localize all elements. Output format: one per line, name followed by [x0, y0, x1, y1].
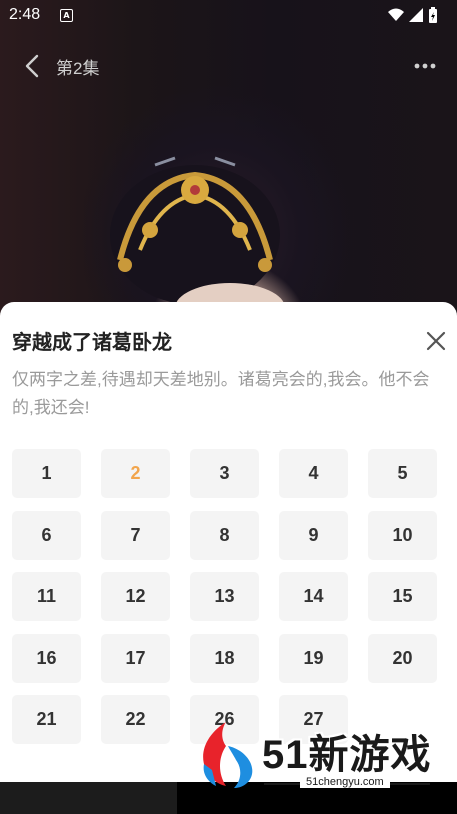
episode-button-11[interactable]: 11: [12, 572, 81, 621]
episode-button-13[interactable]: 13: [190, 572, 259, 621]
episode-button-7[interactable]: 7: [101, 510, 170, 560]
episode-button-9[interactable]: 9: [279, 510, 348, 560]
more-icon[interactable]: [413, 58, 437, 74]
episode-button-5[interactable]: 5: [368, 449, 437, 498]
episode-button-16[interactable]: 16: [12, 633, 81, 683]
episode-button-17[interactable]: 17: [101, 633, 170, 683]
episode-button-15[interactable]: 15: [368, 572, 437, 621]
bottom-bar-left: [0, 782, 177, 814]
episode-button-4[interactable]: 4: [279, 449, 348, 498]
status-icons: [388, 7, 437, 23]
wifi-icon: [388, 8, 404, 21]
series-title: 穿越成了诸葛卧龙: [12, 332, 172, 354]
episode-button-2[interactable]: 2: [101, 449, 170, 498]
headdress-image: [110, 156, 285, 310]
watermark-brand: 51新游戏: [262, 733, 432, 777]
episode-title: 第2集: [56, 59, 100, 78]
episode-button-19[interactable]: 19: [279, 633, 348, 683]
episode-button-1[interactable]: 1: [12, 449, 81, 498]
series-description: 仅两字之差,待遇却天差地别。诸葛亮会的,我会。他不会的,我还会!: [12, 370, 430, 417]
episode-button-3[interactable]: 3: [190, 449, 259, 498]
notification-a-icon: A: [60, 9, 73, 22]
episode-button-18[interactable]: 18: [190, 633, 259, 683]
episode-button-12[interactable]: 12: [101, 572, 170, 621]
battery-icon: [429, 7, 437, 23]
chevron-left-icon[interactable]: [20, 52, 44, 80]
episode-button-6[interactable]: 6: [12, 510, 81, 560]
episode-button-20[interactable]: 20: [368, 633, 437, 683]
close-icon[interactable]: [425, 330, 447, 352]
signal-icon: [409, 8, 423, 22]
episode-button-14[interactable]: 14: [279, 572, 348, 621]
status-time: 2:48: [9, 6, 41, 23]
episode-button-21[interactable]: 21: [12, 695, 81, 744]
watermark-url: 51chengyu.com: [300, 776, 390, 788]
episode-button-8[interactable]: 8: [190, 510, 259, 560]
watermark-logo: [203, 722, 253, 788]
episode-button-10[interactable]: 10: [368, 510, 437, 560]
episode-button-22[interactable]: 22: [101, 695, 170, 744]
status-bar: 2:48 A: [0, 0, 457, 32]
